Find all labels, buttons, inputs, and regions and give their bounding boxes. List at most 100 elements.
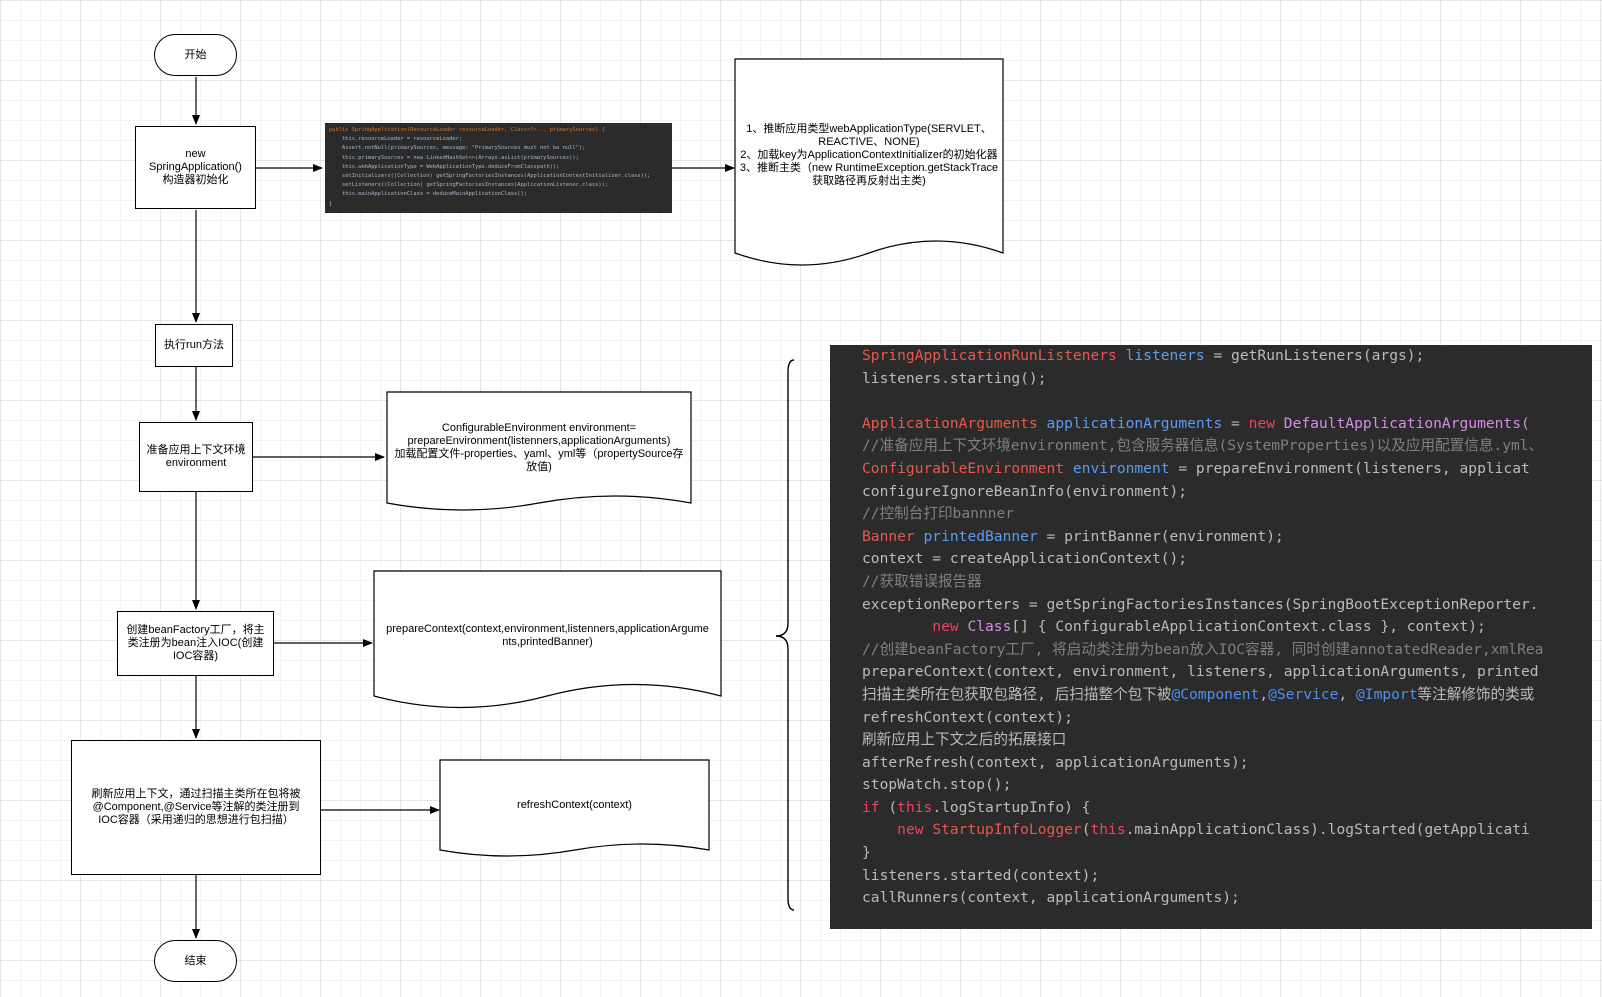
init-doc-text[interactable]: 1、推断应用类型webApplicationType(SERVLET、 REAC… <box>735 110 1003 200</box>
prepare-env-node[interactable]: 准备应用上下文环境 environment <box>139 422 253 492</box>
code-line: //准备应用上下文环境environment,包含服务器信息(SystemPro… <box>862 435 1592 458</box>
code-token: listeners.starting(); <box>862 369 1047 387</box>
code-token: @Service <box>1268 685 1339 703</box>
code-token: .mainApplicationClass).logStarted(getApp… <box>1125 821 1530 839</box>
code-token: Class <box>967 618 1012 636</box>
mini-code-line: setListeners((Collection) getSpringFacto… <box>329 181 668 190</box>
code-line: } <box>862 842 1592 865</box>
code-line: new Class[] { ConfigurableApplicationCon… <box>862 616 1592 639</box>
mini-code-line: this.primarySources = new LinkedHashSet<… <box>329 154 668 163</box>
mini-code-line: public SpringApplication(ResourceLoader … <box>329 126 668 135</box>
code-token: //获取错误报告器 <box>862 572 982 590</box>
mini-code-token: this.resourceLoader = resourceLoader; <box>329 136 463 143</box>
code-token: stopWatch.stop(); <box>862 776 1012 794</box>
init-node[interactable]: new SpringApplication() 构造器初始化 <box>135 126 256 209</box>
code-line: afterRefresh(context, applicationArgumen… <box>862 752 1592 775</box>
code-token: StartupInfoLogger <box>932 821 1082 839</box>
code-token: //准备应用上下文环境environment,包含服务器信息(SystemPro… <box>862 437 1544 455</box>
code-token: .logStartupInfo) { <box>932 798 1091 816</box>
code-token: = <box>1222 414 1249 432</box>
code-token: prepareContext(context, environment, lis… <box>862 663 1539 681</box>
code-token: callRunners(context, applicationArgument… <box>862 889 1240 907</box>
code-line: SpringApplicationRunListeners listeners … <box>862 345 1592 368</box>
create-factory-node[interactable]: 创建beanFactory工厂，将主类注册为bean注入IOC(创建IOC容器) <box>117 611 274 676</box>
code-token: SpringApplicationRunListeners <box>862 347 1117 364</box>
code-token: @Import <box>1356 685 1418 703</box>
code-line: new StartupInfoLogger(this.mainApplicati… <box>862 819 1592 842</box>
code-line: //创建beanFactory工厂, 将启动类注册为bean放入IOC容器, 同… <box>862 639 1592 662</box>
code-line: listeners.starting(); <box>862 368 1592 391</box>
code-token: listeners <box>1125 347 1205 364</box>
mini-code-line: this.webApplicationType = WebApplication… <box>329 163 668 172</box>
code-token: = getRunListeners(args); <box>1204 347 1425 364</box>
code-token: new <box>897 821 924 839</box>
code-token: //创建beanFactory工厂, 将启动类注册为bean放入IOC容器, 同… <box>862 640 1544 658</box>
mini-code-token: Assert.notNull(primarySources, message: … <box>329 145 586 152</box>
refresh-node[interactable]: 刷新应用上下文，通过扫描主类所在包将被@Component,@Service等注… <box>71 740 321 875</box>
code-token: refreshContext(context); <box>862 708 1073 726</box>
run-method-code-panel: SpringApplicationRunListeners listeners … <box>830 345 1592 929</box>
mini-code-line: this.mainApplicationClass = deduceMainAp… <box>329 190 668 199</box>
code-token: context = createApplicationContext(); <box>862 550 1188 568</box>
curly-brace <box>775 359 795 911</box>
code-token: 扫描主类所在包获取包路径, 后扫描整个包下被 <box>862 685 1172 703</box>
code-token: listeners.started(context); <box>862 866 1100 884</box>
mini-code-line: this.resourceLoader = resourceLoader; <box>329 135 668 144</box>
code-line: Banner printedBanner = printBanner(envir… <box>862 526 1592 549</box>
start-node[interactable]: 开始 <box>154 34 237 76</box>
end-node[interactable]: 结束 <box>154 940 237 982</box>
mini-code-token: public SpringApplication(ResourceLoader … <box>329 127 605 133</box>
context-doc-text[interactable]: prepareContext(context,environment,liste… <box>374 618 721 654</box>
mini-code-token: setInitializers((Collection) getSpringFa… <box>329 173 651 180</box>
refresh-doc-text[interactable]: refreshContext(context) <box>440 795 709 815</box>
code-token: printedBanner <box>923 527 1038 545</box>
code-token: 等注解修饰的类或 <box>1417 685 1535 703</box>
code-token: ApplicationArguments <box>862 414 1038 432</box>
code-token: new <box>1248 414 1275 432</box>
code-token: } <box>862 844 871 862</box>
code-token: ConfigurableEnvironment <box>862 459 1065 477</box>
code-line: 刷新应用上下文之后的拓展接口 <box>862 729 1592 752</box>
code-token: , <box>1259 685 1269 703</box>
code-token: new <box>932 618 959 636</box>
code-line: prepareContext(context, environment, lis… <box>862 661 1592 684</box>
mini-code-token: setListeners((Collection) getSpringFacto… <box>329 182 609 189</box>
code-token: configureIgnoreBeanInfo(environment); <box>862 482 1188 500</box>
code-line: listeners.started(context); <box>862 865 1592 888</box>
mini-code-token: this.webApplicationType = WebApplication… <box>329 163 560 170</box>
code-token: DefaultApplicationArguments( <box>1283 414 1530 432</box>
code-line: if (this.logStartupInfo) { <box>862 797 1592 820</box>
code-line: 扫描主类所在包获取包路径, 后扫描整个包下被@Component,@Servic… <box>862 684 1592 707</box>
code-token: //控制台打印bannner <box>862 505 1015 523</box>
code-token: Banner <box>862 527 915 545</box>
code-token: = prepareEnvironment(listeners, applicat <box>1169 459 1530 477</box>
mini-code-token: } <box>329 200 333 207</box>
run-node[interactable]: 执行run方法 <box>155 324 233 367</box>
mini-code-token: this.primarySources = new LinkedHashSet<… <box>329 154 579 161</box>
code-token: if <box>862 798 880 816</box>
code-token: this <box>1090 821 1126 839</box>
code-token: , <box>1338 685 1356 703</box>
env-doc-text[interactable]: ConfigurableEnvironment environment= pre… <box>387 415 691 481</box>
mini-code-line: Assert.notNull(primarySources, message: … <box>329 144 668 153</box>
code-token: applicationArguments <box>1046 414 1223 432</box>
code-line: exceptionReporters = getSpringFactoriesI… <box>862 594 1592 617</box>
code-token: exceptionReporters = getSpringFactoriesI… <box>862 595 1539 613</box>
code-token: environment <box>1072 459 1170 477</box>
code-line: context = createApplicationContext(); <box>862 548 1592 571</box>
code-line: callRunners(context, applicationArgument… <box>862 887 1592 910</box>
mini-code-token: this.mainApplicationClass = deduceMainAp… <box>329 191 527 198</box>
code-line: ApplicationArguments applicationArgument… <box>862 413 1592 436</box>
mini-code-line: } <box>329 200 668 209</box>
code-token: [] { ConfigurableApplicationContext.clas… <box>1011 618 1486 636</box>
code-line: //控制台打印bannner <box>862 503 1592 526</box>
code-token: = printBanner(environment); <box>1037 527 1284 545</box>
